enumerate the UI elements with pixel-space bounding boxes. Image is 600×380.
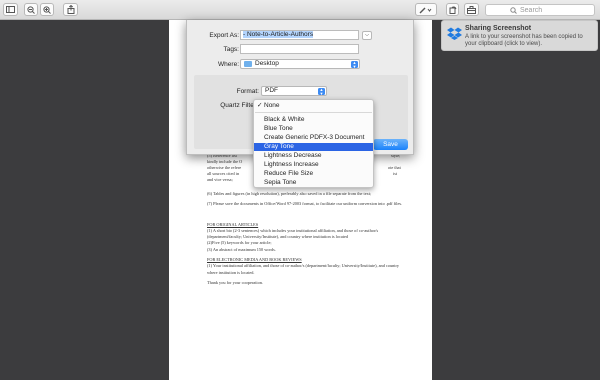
markup-button[interactable] <box>415 3 437 16</box>
pencil-icon <box>419 7 432 13</box>
tags-field[interactable] <box>240 44 359 54</box>
quartz-filter-menu: ✓ None Black & White Blue Tone Create Ge… <box>253 99 374 188</box>
search-icon <box>510 7 517 14</box>
chevron-down-icon: ⌵ <box>365 32 369 38</box>
toolbox-icon <box>467 5 476 14</box>
save-button[interactable]: Save <box>373 139 408 150</box>
menu-separator <box>255 112 372 113</box>
menu-item-black-white[interactable]: Black & White <box>254 116 373 124</box>
where-label: Where: <box>218 61 239 68</box>
share-icon <box>67 5 74 14</box>
search-input[interactable]: Search <box>485 4 595 16</box>
sidebar-icon <box>6 6 15 13</box>
share-button[interactable] <box>63 3 78 16</box>
toolbar: Search <box>0 0 600 20</box>
zoom-out-icon <box>27 5 35 14</box>
menu-item-gray-tone[interactable]: Gray Tone <box>254 143 373 151</box>
rotate-button[interactable] <box>446 3 459 16</box>
document-body: (6) Tables and figures (in high resoluti… <box>207 191 405 286</box>
tags-label: Tags: <box>223 46 239 53</box>
sidebar-toggle-button[interactable] <box>3 3 18 16</box>
menu-item-lightness-increase[interactable]: Lightness Increase <box>254 161 373 169</box>
quartz-filter-label: Quartz Filter <box>220 102 256 109</box>
notification-title: Sharing Screenshot <box>465 25 532 32</box>
search-placeholder: Search <box>520 6 543 14</box>
format-value: PDF <box>265 87 278 94</box>
menu-item-pdfx3[interactable]: Create Generic PDFX-3 Document <box>254 134 373 142</box>
checkmark-icon: ✓ <box>257 102 263 109</box>
export-as-label: Export As: <box>209 32 239 39</box>
doc-fragment: ist <box>393 171 398 176</box>
format-popup[interactable]: PDF ▲ ▼ <box>261 86 327 96</box>
notification-body: A link to your screenshot has been copie… <box>465 34 583 47</box>
sharing-notification[interactable]: Sharing Screenshot A link to your screen… <box>441 20 598 51</box>
rotate-icon <box>449 6 456 14</box>
dropbox-icon <box>447 27 462 40</box>
zoom-in-icon <box>43 5 51 14</box>
toolbox-button[interactable] <box>464 3 479 16</box>
format-label: Format: <box>236 88 259 95</box>
menu-item-blue-tone[interactable]: Blue Tone <box>254 125 373 133</box>
export-as-field[interactable]: - Note-to-Article-Authors <box>240 30 359 40</box>
where-value: Desktop <box>255 60 279 67</box>
popup-stepper-icon: ▲ ▼ <box>351 60 358 69</box>
doc-paragraph: Thank you for your cooperation. <box>207 279 263 285</box>
menu-item-reduce-file-size[interactable]: Reduce File Size <box>254 170 373 178</box>
doc-paragraph: (1) A short bio (2-3 sentences) which in… <box>207 227 379 240</box>
zoom-out-button[interactable] <box>24 3 38 16</box>
menu-item-sepia-tone[interactable]: Sepia Tone <box>254 179 373 187</box>
zoom-in-button[interactable] <box>40 3 54 16</box>
export-as-value: - Note-to-Article-Authors <box>243 31 314 38</box>
menu-item-none[interactable]: ✓ None <box>254 102 373 110</box>
menu-item-lightness-decrease[interactable]: Lightness Decrease <box>254 152 373 160</box>
menu-item-label: None <box>264 102 280 109</box>
folder-icon <box>244 61 252 67</box>
doc-paragraph: (7) Please save the documents in Office/… <box>207 201 403 207</box>
where-popup[interactable]: Desktop ▲ ▼ <box>240 59 360 69</box>
doc-paragraph: (1) Your institutional affiliation, and … <box>207 263 400 275</box>
popup-stepper-icon: ▲ ▼ <box>318 87 325 96</box>
expand-button[interactable]: ⌵ <box>362 31 372 40</box>
doc-fragment: and vice versa; <box>207 177 233 182</box>
